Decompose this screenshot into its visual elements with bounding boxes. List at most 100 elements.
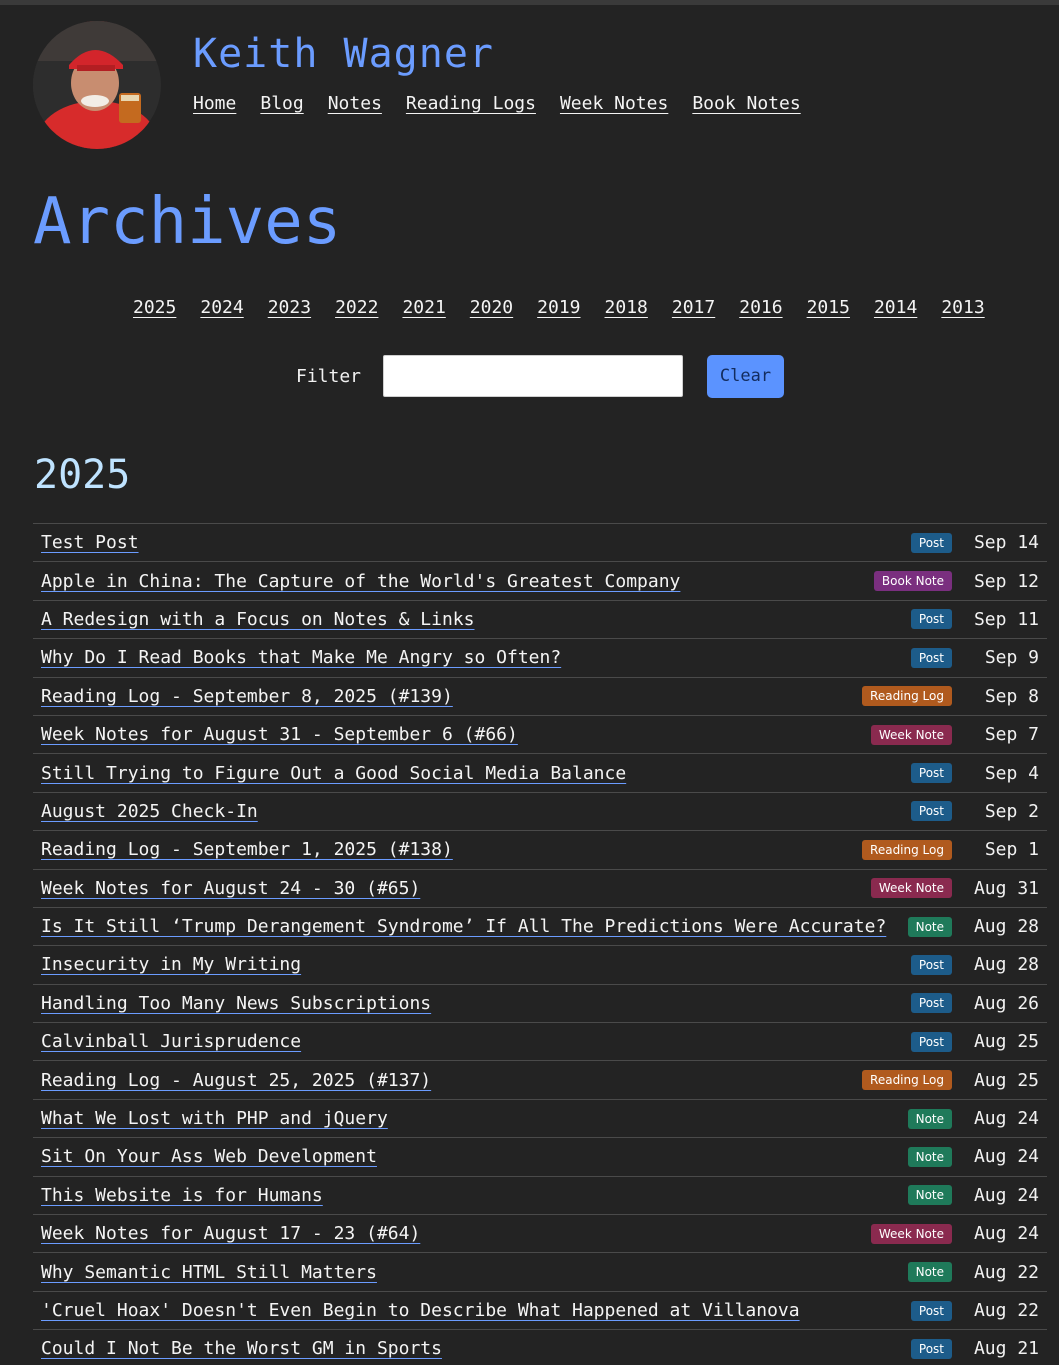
site-header: Keith Wagner Home Blog Notes Reading Log… <box>33 21 1023 151</box>
nav-week-notes-link[interactable]: Week Notes <box>560 93 668 114</box>
post-title-link[interactable]: Still Trying to Figure Out a Good Social… <box>41 763 626 784</box>
post-type-badge: Week Note <box>870 724 952 745</box>
post-title-link[interactable]: A Redesign with a Focus on Notes & Links <box>41 609 474 630</box>
post-title-link[interactable]: Why Do I Read Books that Make Me Angry s… <box>41 647 561 668</box>
year-link-2019[interactable]: 2019 <box>537 297 580 318</box>
filter-label: Filter <box>296 365 362 387</box>
year-link-2017[interactable]: 2017 <box>672 297 715 318</box>
post-title-link[interactable]: This Website is for Humans <box>41 1185 323 1206</box>
year-link-2024[interactable]: 2024 <box>200 297 243 318</box>
nav-home-link[interactable]: Home <box>193 93 236 114</box>
year-link-2020[interactable]: 2020 <box>470 297 513 318</box>
year-link-2015[interactable]: 2015 <box>807 297 850 318</box>
year-link-2022[interactable]: 2022 <box>335 297 378 318</box>
post-row: August 2025 Check-In Post Sep 2 <box>33 793 1047 832</box>
post-date: Sep 8 <box>984 685 1039 707</box>
post-type-badge: Post <box>910 1031 952 1052</box>
year-link-2018[interactable]: 2018 <box>605 297 648 318</box>
post-title-link[interactable]: Could I Not Be the Worst GM in Sports <box>41 1338 442 1359</box>
post-date: Sep 12 <box>973 570 1039 592</box>
post-type-badge: Week Note <box>870 1223 952 1244</box>
year-link-2023[interactable]: 2023 <box>268 297 311 318</box>
year-link-2025[interactable]: 2025 <box>133 297 176 318</box>
post-type-badge: Post <box>910 609 952 630</box>
post-title-link[interactable]: 'Cruel Hoax' Doesn't Even Begin to Descr… <box>41 1300 800 1321</box>
post-date: Aug 25 <box>973 1069 1039 1091</box>
post-row: Reading Log - August 25, 2025 (#137) Read… <box>33 1061 1047 1100</box>
clear-button[interactable]: Clear <box>707 354 784 398</box>
post-row: Why Semantic HTML Still Matters Note Aug 2… <box>33 1253 1047 1292</box>
post-row: Still Trying to Figure Out a Good Social… <box>33 754 1047 793</box>
post-row: This Website is for Humans Note Aug 24 <box>33 1177 1047 1216</box>
post-row: Week Notes for August 31 - September 6 (… <box>33 716 1047 755</box>
post-date: Sep 9 <box>984 647 1039 669</box>
post-title-link[interactable]: Insecurity in My Writing <box>41 954 301 975</box>
post-date: Sep 4 <box>984 762 1039 784</box>
post-type-badge: Reading Log <box>862 839 952 860</box>
post-title-link[interactable]: What We Lost with PHP and jQuery <box>41 1108 388 1129</box>
post-type-badge: Reading Log <box>862 686 952 707</box>
nav-blog-link[interactable]: Blog <box>260 93 303 114</box>
year-heading: 2025 <box>34 452 131 498</box>
site-title-link[interactable]: Keith Wagner <box>193 31 494 77</box>
year-link-2013[interactable]: 2013 <box>941 297 984 318</box>
post-date: Sep 11 <box>973 608 1039 630</box>
post-row: A Redesign with a Focus on Notes & Links… <box>33 601 1047 640</box>
post-row: Reading Log - September 1, 2025 (#138) Re… <box>33 831 1047 870</box>
post-row: Why Do I Read Books that Make Me Angry s… <box>33 639 1047 678</box>
nav-notes-link[interactable]: Notes <box>328 93 382 114</box>
year-link-2021[interactable]: 2021 <box>402 297 445 318</box>
post-row: Week Notes for August 24 - 30 (#65) Week … <box>33 870 1047 908</box>
post-title-link[interactable]: Why Semantic HTML Still Matters <box>41 1262 377 1283</box>
post-title-link[interactable]: Handling Too Many News Subscriptions <box>41 993 431 1014</box>
avatar[interactable] <box>33 21 161 149</box>
post-title-link[interactable]: Is It Still ‘Trump Derangement Syndrome’… <box>41 916 886 937</box>
post-type-badge: Post <box>910 763 952 784</box>
filter-row: Filter Clear <box>296 354 784 398</box>
post-title-link[interactable]: Reading Log - September 1, 2025 (#138) <box>41 839 453 860</box>
page-title: Archives <box>33 185 342 259</box>
post-title-link[interactable]: Test Post <box>41 532 139 553</box>
post-type-badge: Note <box>907 1146 952 1167</box>
post-type-badge: Note <box>907 1108 952 1129</box>
post-date: Sep 14 <box>973 532 1039 554</box>
post-title-link[interactable]: August 2025 Check-In <box>41 801 258 822</box>
post-type-badge: Book Note <box>873 571 952 592</box>
post-date: Aug 24 <box>973 1223 1039 1245</box>
post-title-link[interactable]: Week Notes for August 24 - 30 (#65) <box>41 878 420 899</box>
post-date: Aug 22 <box>973 1261 1039 1283</box>
nav-book-notes-link[interactable]: Book Notes <box>692 93 800 114</box>
post-date: Aug 24 <box>973 1108 1039 1130</box>
post-title-link[interactable]: Week Notes for August 31 - September 6 (… <box>41 724 518 745</box>
post-date: Sep 2 <box>984 800 1039 822</box>
filter-input[interactable] <box>383 355 683 397</box>
post-type-badge: Post <box>910 954 952 975</box>
post-row: Handling Too Many News Subscriptions Post… <box>33 985 1047 1024</box>
post-type-badge: Week Note <box>870 878 952 899</box>
post-title-link[interactable]: Apple in China: The Capture of the World… <box>41 571 680 592</box>
post-title-link[interactable]: Week Notes for August 17 - 23 (#64) <box>41 1223 420 1244</box>
post-date: Aug 28 <box>973 916 1039 938</box>
post-date: Aug 24 <box>973 1184 1039 1206</box>
post-type-badge: Note <box>907 1185 952 1206</box>
post-title-link[interactable]: Sit On Your Ass Web Development <box>41 1146 377 1167</box>
post-type-badge: Post <box>910 1300 952 1321</box>
post-type-badge: Post <box>910 1338 952 1359</box>
post-date: Aug 24 <box>973 1146 1039 1168</box>
year-link-2016[interactable]: 2016 <box>739 297 782 318</box>
year-link-2014[interactable]: 2014 <box>874 297 917 318</box>
post-date: Aug 28 <box>973 954 1039 976</box>
year-links: 2025 2024 2023 2022 2021 2020 2019 2018 … <box>133 297 985 318</box>
post-title-link[interactable]: Calvinball Jurisprudence <box>41 1031 301 1052</box>
post-type-badge: Post <box>910 993 952 1014</box>
post-type-badge: Note <box>907 1262 952 1283</box>
post-date: Sep 7 <box>984 724 1039 746</box>
post-row: Is It Still ‘Trump Derangement Syndrome’… <box>33 908 1047 947</box>
post-type-badge: Post <box>910 647 952 668</box>
post-title-link[interactable]: Reading Log - September 8, 2025 (#139) <box>41 686 453 707</box>
post-row: Could I Not Be the Worst GM in Sports Pos… <box>33 1330 1047 1365</box>
post-row: Reading Log - September 8, 2025 (#139) Re… <box>33 678 1047 716</box>
post-title-link[interactable]: Reading Log - August 25, 2025 (#137) <box>41 1070 431 1091</box>
nav-reading-logs-link[interactable]: Reading Logs <box>406 93 536 114</box>
post-row: Sit On Your Ass Web Development Note Aug 2… <box>33 1138 1047 1177</box>
